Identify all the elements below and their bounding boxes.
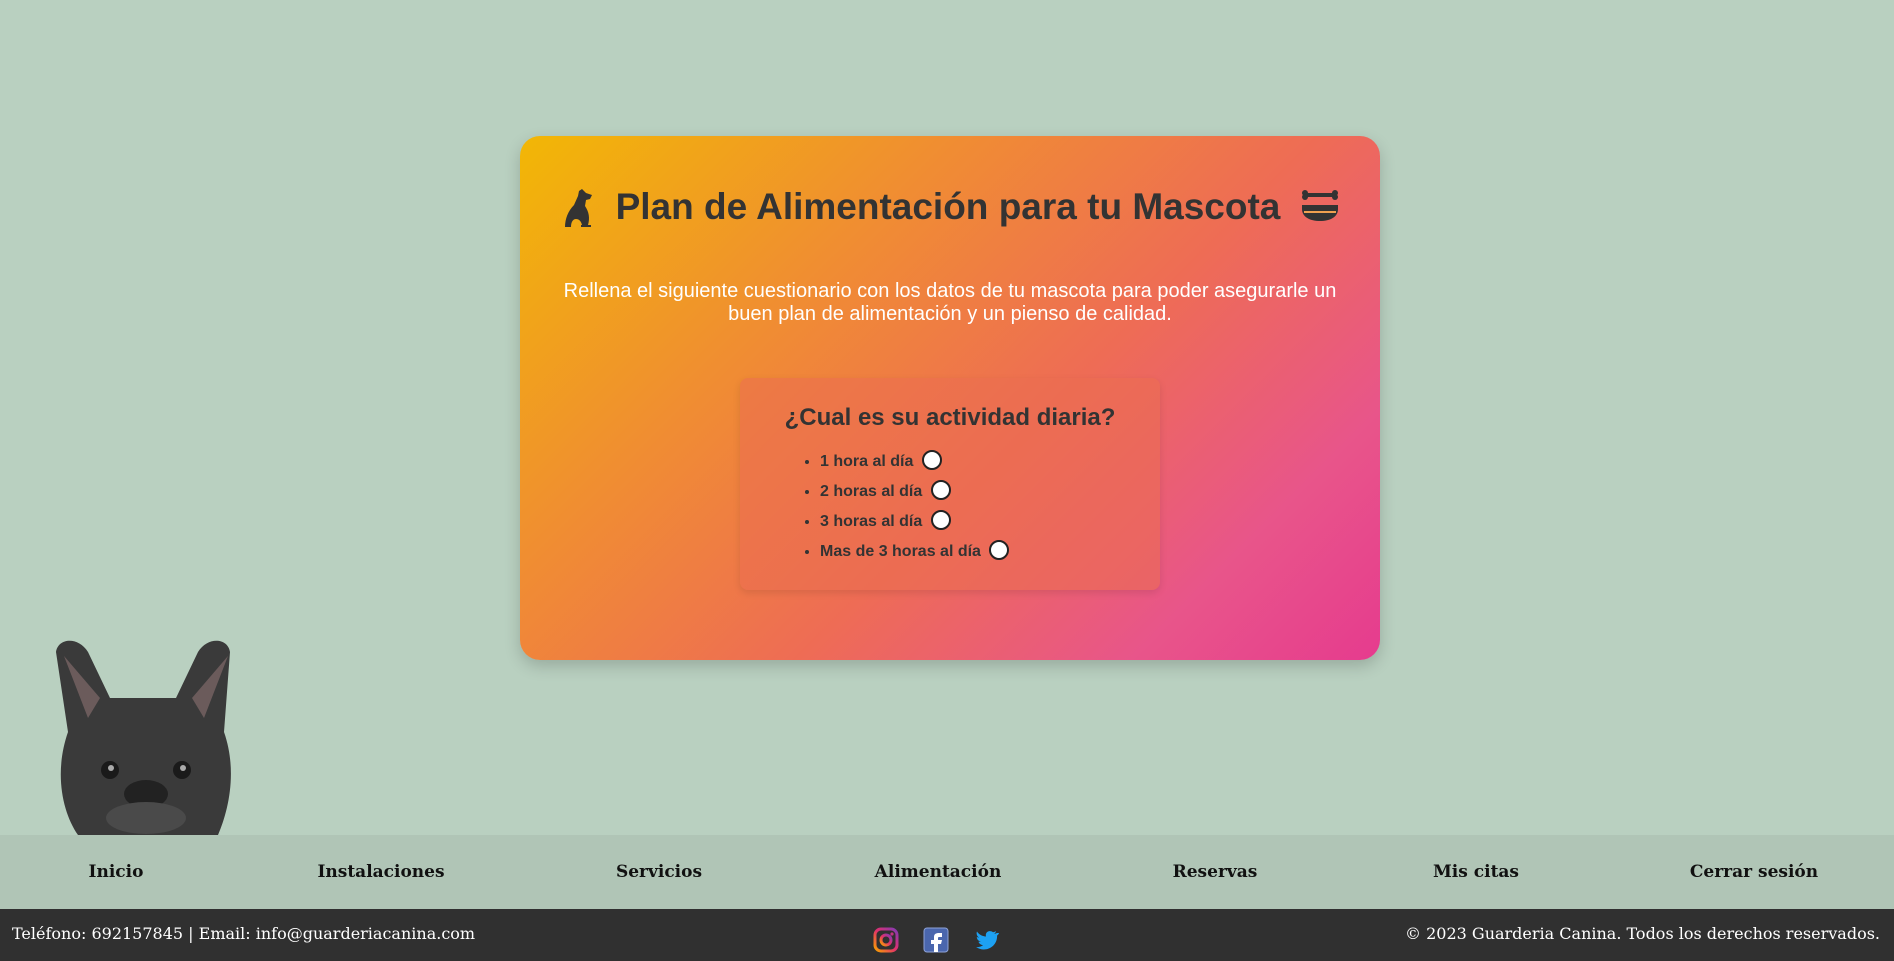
nav-reservas[interactable]: Reservas xyxy=(1173,835,1258,909)
option-item: 3 horas al día xyxy=(820,510,1009,542)
dog-icon xyxy=(560,187,596,227)
intro-text: Rellena el siguiente cuestionario con lo… xyxy=(563,280,1337,325)
facebook-icon[interactable] xyxy=(923,927,949,953)
option-3-radio[interactable] xyxy=(930,510,951,530)
instagram-icon[interactable] xyxy=(873,927,899,953)
activity-options: 1 hora al día 2 horas al día 3 horas al … xyxy=(820,450,1010,572)
option-item: 1 hora al día xyxy=(820,450,1009,482)
nav-cerrar-sesion[interactable]: Cerrar sesión xyxy=(1690,835,1818,909)
footer: Teléfono: 692157845 | Email: info@guarde… xyxy=(0,909,1894,961)
card-header: Plan de Alimentación para tu Mascota xyxy=(520,186,1380,228)
social-links xyxy=(873,927,999,953)
twitter-icon[interactable] xyxy=(973,927,999,953)
option-4-radio[interactable] xyxy=(989,540,1010,560)
food-bowl-icon xyxy=(1300,189,1340,225)
nav-instalaciones[interactable]: Instalaciones xyxy=(317,835,444,909)
question-title: ¿Cual es su actividad diaria? xyxy=(784,404,1116,431)
option-item: Mas de 3 horas al día xyxy=(820,540,1010,572)
feeding-plan-card: Plan de Alimentación para tu Mascota Rel… xyxy=(520,136,1380,660)
page-title: Plan de Alimentación para tu Mascota xyxy=(615,186,1281,227)
main-nav: Inicio Instalaciones Servicios Alimentac… xyxy=(0,835,1894,909)
option-label: 3 horas al día xyxy=(820,513,923,531)
option-label: 1 hora al día xyxy=(820,453,914,471)
option-label: Mas de 3 horas al día xyxy=(820,543,981,561)
nav-servicios[interactable]: Servicios xyxy=(616,835,702,909)
nav-mis-citas[interactable]: Mis citas xyxy=(1433,835,1519,909)
contact-info: Teléfono: 692157845 | Email: info@guarde… xyxy=(12,924,476,943)
option-item: 2 horas al día xyxy=(820,480,1009,512)
copyright-text: © 2023 Guarderia Canina. Todos los derec… xyxy=(1405,924,1880,943)
nav-inicio[interactable]: Inicio xyxy=(89,835,144,909)
activity-question-box: ¿Cual es su actividad diaria? 1 hora al … xyxy=(740,378,1160,590)
french-bulldog-image xyxy=(48,632,244,835)
nav-alimentacion[interactable]: Alimentación xyxy=(875,835,1002,909)
option-2-radio[interactable] xyxy=(930,480,951,500)
option-1-radio[interactable] xyxy=(921,450,942,470)
option-label: 2 horas al día xyxy=(820,483,923,501)
